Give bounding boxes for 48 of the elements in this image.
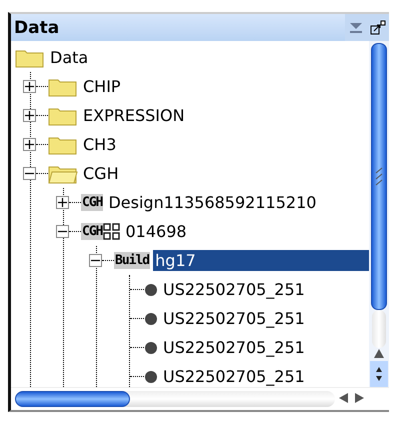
tree-item[interactable]: Data [48,47,90,68]
tree-item[interactable]: 014698 [123,221,189,242]
scroll-up-arrow[interactable] [371,348,387,361]
undock-icon [370,20,386,36]
folder-icon [48,106,78,126]
cgh-badge: CGH [81,223,104,240]
tree-item[interactable]: US22502705_251 [161,308,307,329]
expand-button[interactable] [23,109,36,122]
folder-icon [48,134,78,154]
scroll-thumb[interactable] [371,43,387,310]
folder-icon [15,48,45,68]
vertical-scrollbar[interactable] [369,41,389,387]
tree-item[interactable]: US22502705_251 [161,366,307,387]
expand-button[interactable] [23,80,36,93]
scroll-thumb[interactable] [15,391,130,407]
minimize-icon [349,22,363,34]
expand-button[interactable] [23,138,36,151]
folder-icon [48,76,78,96]
tree-item[interactable]: hg17 [153,250,369,271]
collapse-button[interactable] [89,254,102,267]
undock-button[interactable] [367,14,389,41]
panel-title: Data [14,18,60,38]
plus-icon [25,82,34,91]
tree-item[interactable]: CHIP [81,76,123,97]
tree-item[interactable]: Design113568592115210 [106,192,318,213]
horizontal-scrollbar[interactable] [15,391,335,407]
expand-button[interactable] [56,196,69,209]
plus-icon [58,198,67,207]
dot-icon [144,370,158,384]
cgh-badge: CGH [81,194,104,211]
plus-icon [25,111,34,120]
collapse-button[interactable] [56,225,69,238]
tree-item[interactable]: CGH [81,163,121,184]
dot-icon [144,340,158,354]
spinner-button[interactable] [370,361,388,387]
dot-icon [144,312,158,326]
tree-item[interactable]: EXPRESSION [81,105,187,126]
build-badge: Build [114,252,150,269]
tree-item[interactable]: US22502705_251 [161,279,307,300]
tree-item[interactable]: US22502705_251 [161,337,307,358]
plus-icon [25,140,34,149]
tree-item[interactable]: CH3 [81,134,118,155]
grip-icon [375,166,383,186]
grid-icon [103,223,120,240]
up-down-arrow-icon [375,366,383,382]
dot-icon [144,282,158,296]
collapse-button[interactable] [23,167,36,180]
open-folder-icon [48,164,78,184]
